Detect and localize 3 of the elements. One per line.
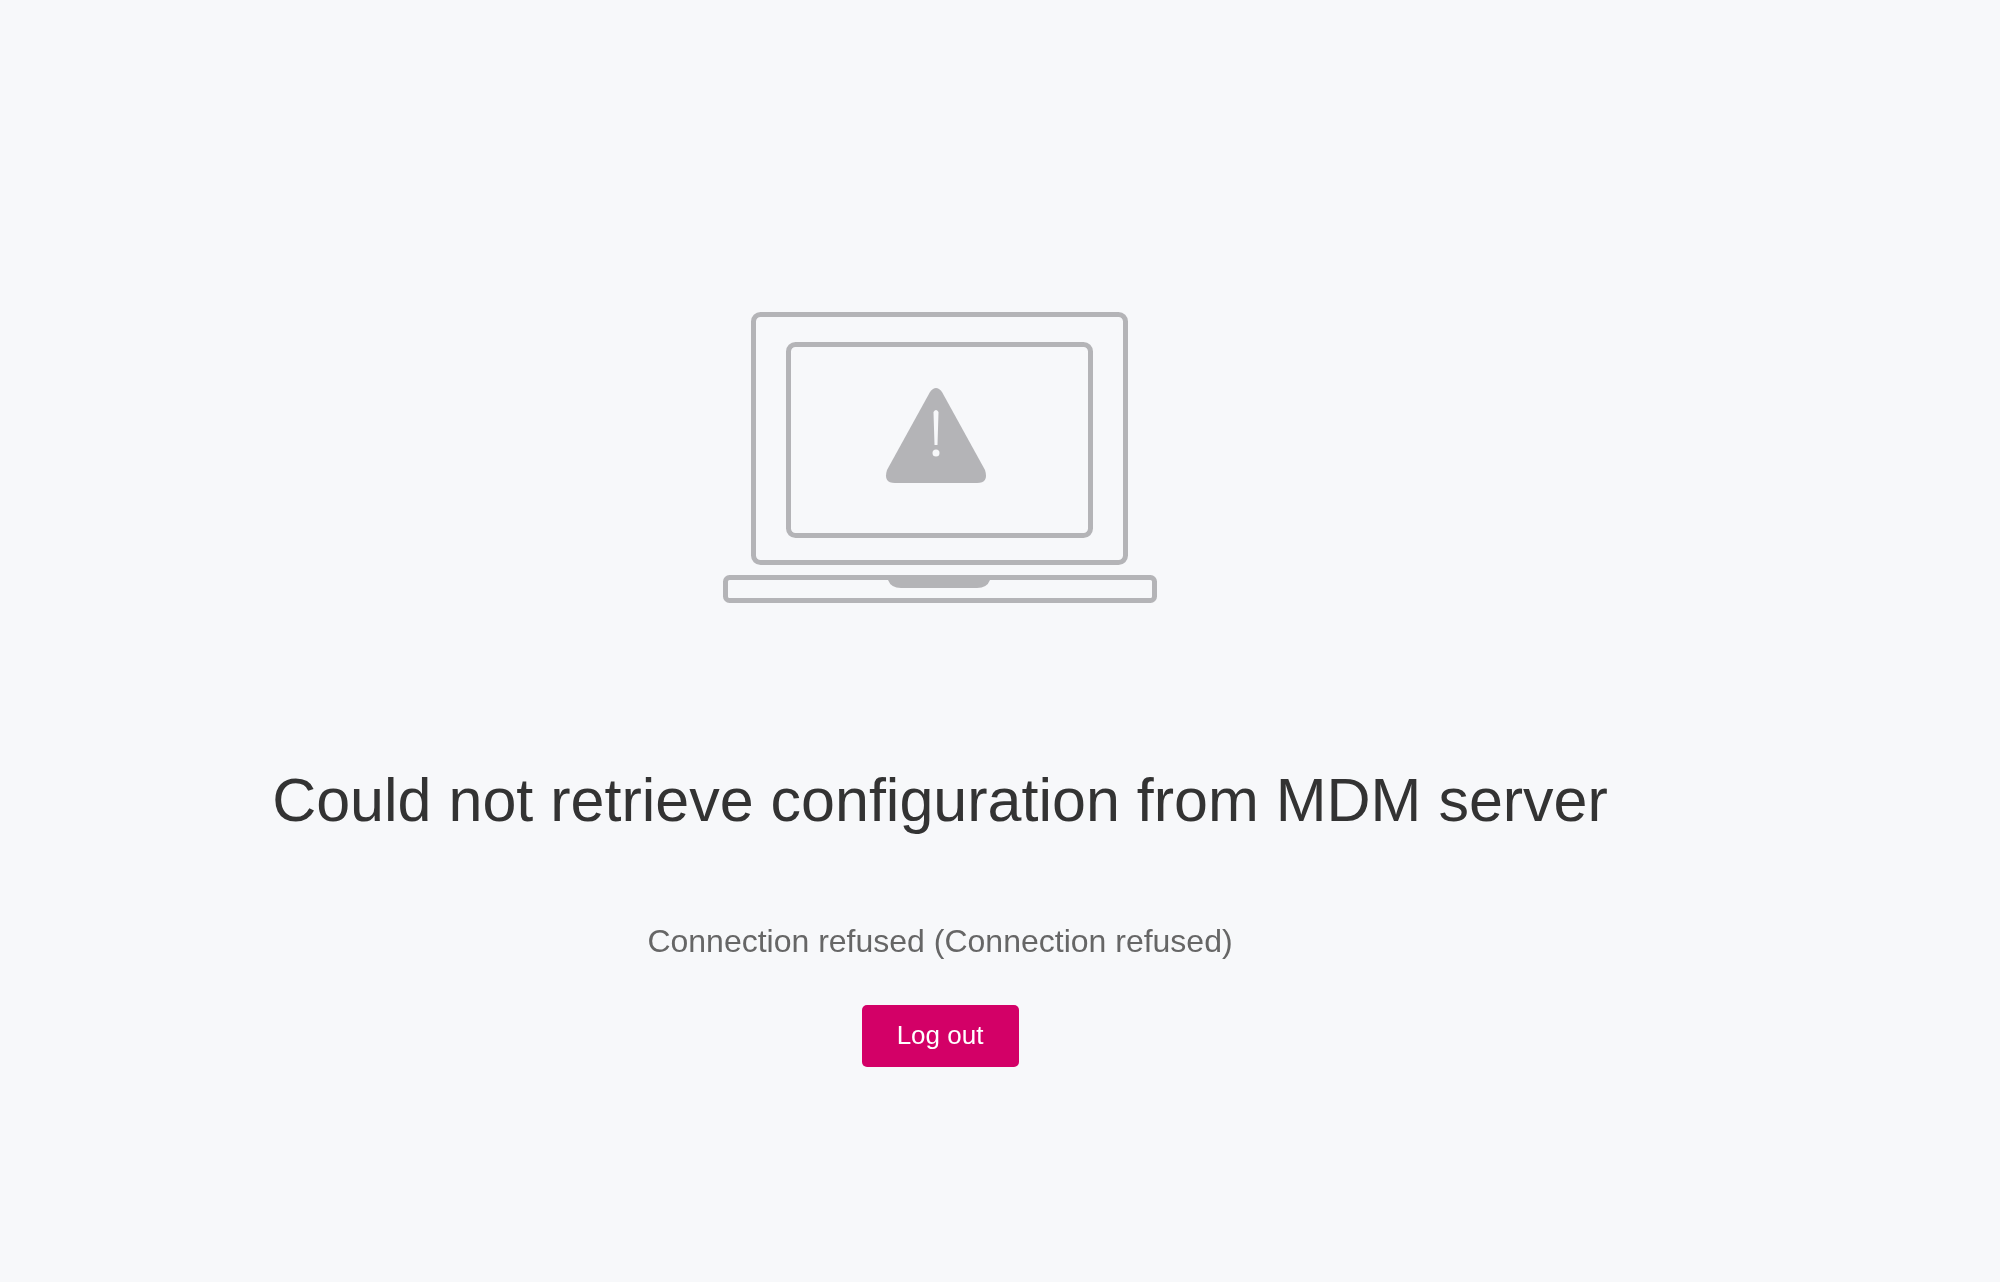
error-heading: Could not retrieve configuration from MDM server xyxy=(272,765,1608,836)
logout-button[interactable]: Log out xyxy=(861,1004,1019,1067)
error-message: Connection refused (Connection refused) xyxy=(647,922,1233,961)
